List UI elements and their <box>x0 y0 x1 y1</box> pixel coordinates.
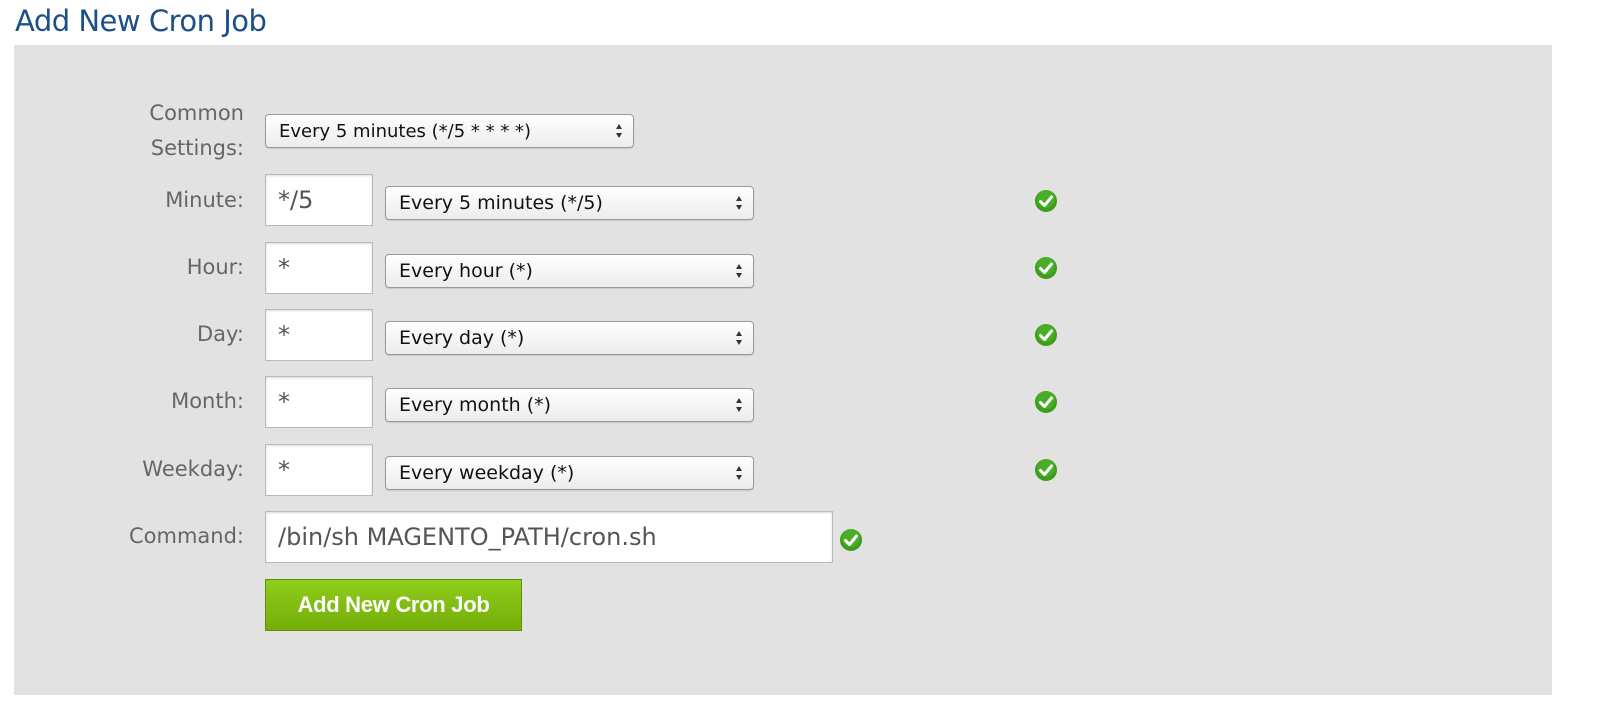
hour-input[interactable] <box>265 242 373 294</box>
page-title: Add New Cron Job <box>15 4 267 38</box>
weekday-selected: Every weekday (*) <box>399 462 575 484</box>
day-input[interactable] <box>265 309 373 361</box>
minute-select[interactable]: Every 5 minutes (*/5) <box>385 186 754 220</box>
common-settings-label-line1: Common <box>149 101 244 125</box>
hour-selected: Every hour (*) <box>399 260 533 282</box>
updown-arrows-icon <box>736 398 742 412</box>
common-settings-label-line2: Settings: <box>150 136 244 160</box>
hour-label: Hour: <box>186 255 244 279</box>
check-circle-icon <box>1035 190 1057 212</box>
common-settings-label: Common Settings: <box>149 96 244 166</box>
add-cron-job-button[interactable]: Add New Cron Job <box>265 579 522 631</box>
updown-arrows-icon <box>616 124 622 138</box>
cron-form-panel <box>14 45 1552 695</box>
month-selected: Every month (*) <box>399 394 552 416</box>
weekday-input[interactable] <box>265 444 373 496</box>
updown-arrows-icon <box>736 466 742 480</box>
check-circle-icon <box>840 529 862 551</box>
day-select[interactable]: Every day (*) <box>385 321 754 355</box>
month-label: Month: <box>171 389 244 413</box>
updown-arrows-icon <box>736 331 742 345</box>
command-label: Command: <box>128 524 244 548</box>
minute-selected: Every 5 minutes (*/5) <box>399 192 603 214</box>
weekday-select[interactable]: Every weekday (*) <box>385 456 754 490</box>
minute-label: Minute: <box>165 188 244 212</box>
minute-input[interactable] <box>265 174 373 226</box>
updown-arrows-icon <box>736 196 742 210</box>
month-input[interactable] <box>265 376 373 428</box>
common-settings-select[interactable]: Every 5 minutes (*/5 * * * *) <box>265 114 634 148</box>
common-settings-selected: Every 5 minutes (*/5 * * * *) <box>279 120 532 142</box>
cron-job-page: Add New Cron Job Common Settings: Every … <box>0 0 1600 721</box>
day-selected: Every day (*) <box>399 327 525 349</box>
updown-arrows-icon <box>736 264 742 278</box>
day-label: Day: <box>196 322 244 346</box>
check-circle-icon <box>1035 391 1057 413</box>
hour-select[interactable]: Every hour (*) <box>385 254 754 288</box>
weekday-label: Weekday: <box>142 457 244 481</box>
month-select[interactable]: Every month (*) <box>385 388 754 422</box>
check-circle-icon <box>1035 324 1057 346</box>
check-circle-icon <box>1035 459 1057 481</box>
command-input[interactable] <box>265 511 833 563</box>
check-circle-icon <box>1035 257 1057 279</box>
